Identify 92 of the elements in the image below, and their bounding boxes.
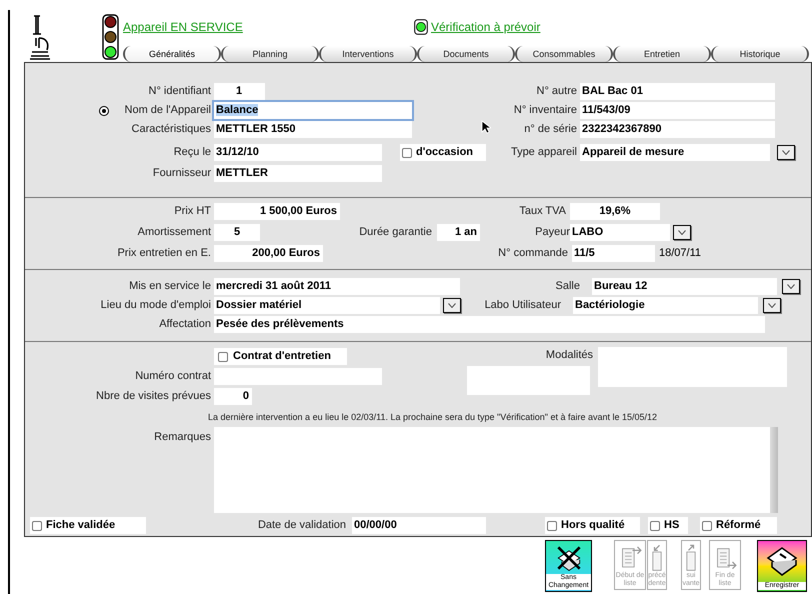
order-number-field[interactable]: 11/5 (572, 245, 655, 262)
field-label: Amortissement (138, 226, 211, 238)
status-light-icon (414, 19, 428, 35)
tab[interactable]: Planning (221, 46, 319, 62)
field-label: Lieu du mode d'emploi (100, 299, 211, 311)
checkbox[interactable] (650, 520, 660, 530)
identifier-field[interactable]: 1 (214, 83, 265, 100)
tab[interactable]: Consommables (515, 46, 613, 62)
field-label: Numéro contrat (135, 370, 211, 382)
contract-number-field[interactable] (214, 368, 382, 385)
tab[interactable]: Généralités (123, 46, 221, 62)
checkbox-label: Hors qualité (561, 518, 625, 534)
name-field[interactable]: Balance (214, 102, 412, 119)
payer-field[interactable]: LABO (570, 224, 670, 241)
tab[interactable]: Documents (417, 46, 515, 62)
field-label: Prix entretien en E. (117, 247, 211, 259)
field-label: n° de série (524, 123, 577, 135)
characteristics-field[interactable]: METTLER 1550 (214, 121, 412, 138)
checkbox[interactable] (702, 520, 712, 530)
field-label: Nbre de visites prévues (96, 390, 211, 402)
text-field[interactable] (467, 366, 590, 395)
checkbox[interactable] (218, 352, 228, 362)
field-label: Date de validation (258, 519, 346, 531)
field-label: Type appareil (510, 146, 577, 158)
field-label: Reçu le (174, 146, 211, 158)
dropdown-button[interactable] (763, 298, 781, 313)
validation-date-field[interactable]: 00/00/00 (352, 517, 486, 534)
checkbox-label: Réformé (716, 518, 761, 534)
status-link[interactable]: Appareil EN SERVICE (123, 18, 243, 36)
received-date-field[interactable]: 31/12/10 (214, 144, 382, 161)
supplier-field[interactable]: METTLER (214, 165, 382, 182)
scrollbar[interactable] (770, 427, 778, 513)
tab[interactable]: Entretien (613, 46, 711, 62)
field-label: N° commande (498, 247, 568, 259)
checkbox[interactable] (32, 520, 42, 530)
room-field[interactable]: Bureau 12 (592, 278, 777, 295)
verification-link[interactable]: Vérification à prévoir (431, 18, 540, 36)
checkbox-label: Fiche validée (46, 518, 116, 534)
remarks-field[interactable] (214, 427, 778, 513)
serial-number-field[interactable]: 2322342367890 (580, 121, 775, 138)
checkbox[interactable] (547, 520, 557, 530)
info-message: La dernière intervention a eu lieu le 02/03/11. La prochaine sera du type "Vérification" et à faire avant le 15/05/12 (208, 412, 658, 422)
visits-field[interactable]: 0 (214, 388, 252, 405)
field-label: Caractéristiques (132, 123, 211, 135)
assignment-field[interactable]: Pesée des prélèvements (214, 316, 765, 333)
traffic-light-icon (102, 14, 119, 60)
dropdown-button[interactable] (782, 279, 800, 294)
chevron-down-icon (678, 230, 686, 235)
dropdown-button[interactable] (777, 145, 795, 160)
device-type-field[interactable]: Appareil de mesure (580, 144, 770, 161)
chevron-down-icon (787, 284, 795, 289)
dropdown-button[interactable] (443, 298, 461, 313)
depreciation-field[interactable]: 5 (214, 224, 260, 241)
manual-location-field[interactable]: Dossier matériel (214, 297, 440, 314)
field-label: Prix HT (174, 205, 211, 217)
tab[interactable]: Interventions (319, 46, 417, 62)
selected-text: Balance (216, 104, 258, 116)
checkbox[interactable] (402, 148, 412, 158)
tab[interactable]: Historique (711, 46, 809, 62)
inventory-field[interactable]: 11/543/09 (580, 102, 775, 119)
vat-rate-field[interactable]: 19,6% (570, 203, 660, 220)
field-label: Nom de l'Appareil (124, 104, 211, 116)
field-label: Payeur (535, 226, 570, 238)
field-label: Modalités (546, 349, 593, 361)
chevron-down-icon (782, 150, 790, 155)
field-label: Fournisseur (152, 167, 211, 179)
field-label: Affectation (159, 318, 211, 330)
field-label: Taux TVA (519, 205, 566, 217)
price-field[interactable]: 1 500,00 Euros (214, 203, 340, 220)
dropdown-button[interactable] (673, 225, 691, 240)
field-label: Mis en service le (129, 280, 211, 292)
other-number-field[interactable]: BAL Bac 01 (580, 83, 775, 100)
chevron-down-icon (448, 303, 456, 308)
chevron-down-icon (768, 303, 776, 308)
checkbox-label: Contrat d'entretien (233, 349, 331, 364)
modalities-field[interactable] (598, 347, 787, 387)
field-label: Salle (556, 280, 580, 292)
field-label: N° inventaire (514, 104, 577, 116)
field-label: N° autre (536, 85, 577, 97)
field-label: N° identifiant (148, 85, 211, 97)
warranty-field[interactable]: 1 an (437, 224, 480, 241)
checkbox-label: HS (664, 518, 680, 534)
mouse-pointer-icon (481, 120, 491, 134)
user-lab-field[interactable]: Bactériologie (573, 297, 758, 314)
maintenance-price-field[interactable]: 200,00 Euros (214, 245, 323, 262)
field-label: Durée garantie (359, 226, 432, 238)
field-label: Remarques (154, 431, 211, 443)
checkbox-label: d'occasion (416, 145, 474, 160)
order-date: 18/07/11 (659, 246, 702, 261)
radio-button[interactable] (99, 106, 109, 116)
field-label: Labo Utilisateur (484, 299, 561, 311)
service-date-field[interactable]: mercredi 31 août 2011 (214, 278, 460, 295)
